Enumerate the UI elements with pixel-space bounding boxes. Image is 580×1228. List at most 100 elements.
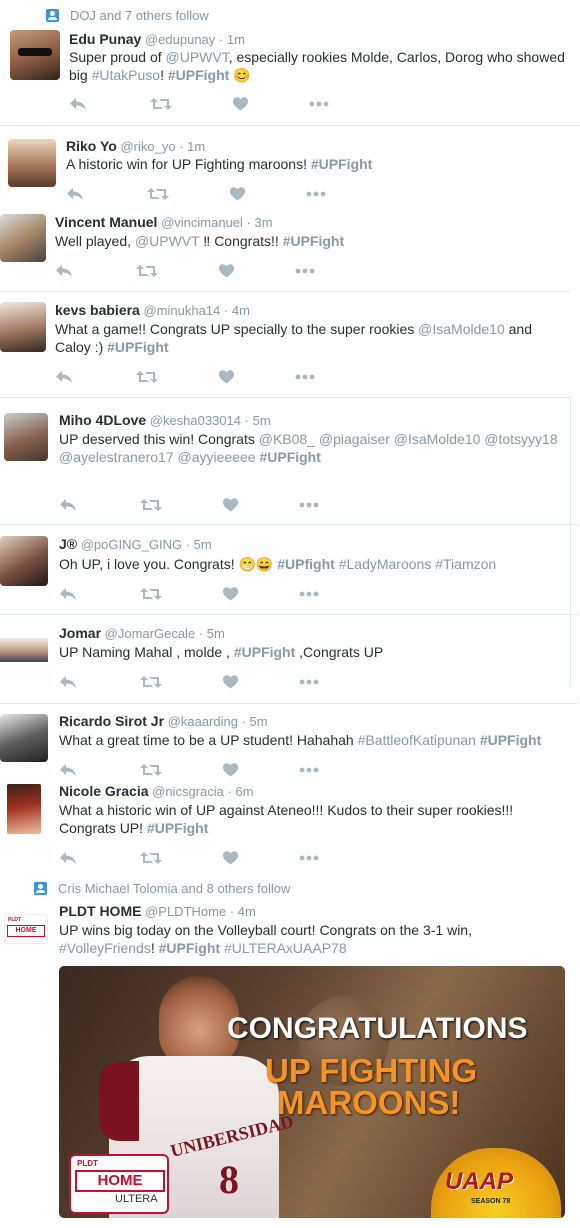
more-icon[interactable]	[306, 191, 326, 197]
reply-icon[interactable]	[55, 370, 73, 384]
timestamp[interactable]: 5m	[253, 413, 271, 428]
hashtag-link[interactable]: #UPFight	[107, 339, 168, 355]
user-name[interactable]: PLDT HOME	[59, 903, 141, 919]
avatar[interactable]: PLDT HOME	[4, 914, 48, 944]
more-icon[interactable]	[299, 679, 319, 685]
like-icon[interactable]	[223, 763, 238, 777]
avatar[interactable]	[8, 139, 56, 187]
mention-link[interactable]: @ayyieeeee	[178, 449, 256, 465]
retweet-icon[interactable]	[147, 187, 169, 201]
avatar[interactable]	[0, 714, 48, 762]
user-name[interactable]: Ricardo Sirot Jr	[59, 713, 164, 729]
hashtag-link[interactable]: #UPFight	[259, 449, 320, 465]
user-name[interactable]: Edu Punay	[69, 31, 141, 47]
avatar[interactable]	[4, 413, 48, 461]
user-handle[interactable]: @poGING_GING	[81, 537, 182, 552]
user-handle[interactable]: @kesha033014	[150, 413, 241, 428]
like-icon[interactable]	[223, 851, 238, 865]
more-icon[interactable]	[295, 268, 315, 274]
user-handle[interactable]: @PLDTHome	[145, 904, 226, 919]
tweet-image[interactable]: UNIBERSIDAD 8 CONGRATULATIONS UP FIGHTIN…	[59, 966, 565, 1218]
retweet-icon[interactable]	[136, 370, 158, 384]
more-icon[interactable]	[295, 374, 315, 380]
reply-icon[interactable]	[55, 264, 73, 278]
mention-link[interactable]: @totsyyy18	[484, 431, 557, 447]
hashtag-link[interactable]: #UPFight	[159, 940, 220, 956]
mention-link[interactable]: @piagaiser	[319, 431, 390, 447]
user-name[interactable]: Jomar	[59, 625, 101, 641]
timestamp[interactable]: 5m	[207, 626, 225, 641]
hashtag-link[interactable]: #LadyMaroons	[339, 556, 432, 572]
mention-link[interactable]: @ayelestranero17	[59, 449, 174, 465]
reply-icon[interactable]	[66, 187, 84, 201]
like-icon[interactable]	[233, 97, 248, 111]
like-icon[interactable]	[223, 675, 238, 689]
user-name[interactable]: Vincent Manuel	[55, 214, 157, 230]
avatar[interactable]	[10, 30, 60, 80]
user-handle[interactable]: @JomarGecale	[105, 626, 196, 641]
mention-link[interactable]: @UPWVT	[166, 49, 229, 65]
retweet-icon[interactable]	[136, 264, 158, 278]
avatar[interactable]	[0, 302, 46, 352]
hashtag-link[interactable]: #UPFight	[168, 67, 229, 83]
avatar[interactable]	[0, 536, 48, 586]
reply-icon[interactable]	[59, 763, 77, 777]
hashtag-link[interactable]: #Tiamzon	[435, 556, 496, 572]
avatar[interactable]	[0, 638, 48, 662]
more-icon[interactable]	[299, 767, 319, 773]
reply-icon[interactable]	[59, 587, 77, 601]
hashtag-link[interactable]: #UPfight	[277, 556, 335, 572]
user-name[interactable]: J®	[59, 536, 77, 552]
hashtag-link[interactable]: #UtakPuso	[92, 67, 160, 83]
reply-icon[interactable]	[69, 97, 87, 111]
timestamp[interactable]: 6m	[235, 784, 253, 799]
reply-icon[interactable]	[59, 498, 77, 512]
like-icon[interactable]	[219, 370, 234, 384]
timestamp[interactable]: 5m	[250, 714, 268, 729]
user-handle[interactable]: @edupunay	[145, 32, 215, 47]
more-icon[interactable]	[309, 101, 329, 107]
like-icon[interactable]	[223, 498, 238, 512]
like-icon[interactable]	[219, 264, 234, 278]
timestamp[interactable]: 4m	[232, 303, 250, 318]
user-handle[interactable]: @kaaarding	[168, 714, 238, 729]
timestamp[interactable]: 1m	[187, 139, 205, 154]
mention-link[interactable]: @IsaMolde10	[394, 431, 481, 447]
mention-link[interactable]: @IsaMolde10	[418, 321, 505, 337]
hashtag-link[interactable]: #ULTERAxUAAP78	[224, 940, 347, 956]
reply-icon[interactable]	[59, 675, 77, 689]
user-handle[interactable]: @nicsgracia	[152, 784, 224, 799]
hashtag-link[interactable]: #BattleofKatipunan	[358, 732, 476, 748]
hashtag-link[interactable]: #UPFight	[311, 156, 372, 172]
retweet-icon[interactable]	[140, 851, 162, 865]
reply-icon[interactable]	[59, 851, 77, 865]
avatar[interactable]	[0, 214, 46, 262]
like-icon[interactable]	[223, 587, 238, 601]
like-icon[interactable]	[230, 187, 245, 201]
user-handle[interactable]: @riko_yo	[120, 139, 175, 154]
user-name[interactable]: Miho 4DLove	[59, 412, 146, 428]
user-name[interactable]: Nicole Gracia	[59, 783, 149, 799]
hashtag-link[interactable]: #UPFight	[234, 644, 295, 660]
timestamp[interactable]: 5m	[194, 537, 212, 552]
retweet-icon[interactable]	[150, 97, 172, 111]
hashtag-link[interactable]: #UPFight	[480, 732, 541, 748]
hashtag-link[interactable]: #VolleyFriends	[59, 940, 151, 956]
mention-link[interactable]: @UPWVT	[135, 233, 200, 249]
hashtag-link[interactable]: #UPFight	[283, 233, 344, 249]
user-name[interactable]: Riko Yo	[66, 138, 117, 154]
timestamp[interactable]: 1m	[227, 32, 245, 47]
retweet-icon[interactable]	[140, 498, 162, 512]
more-icon[interactable]	[299, 591, 319, 597]
hashtag-link[interactable]: #UPFight	[147, 820, 208, 836]
user-name[interactable]: kevs babiera	[55, 302, 140, 318]
timestamp[interactable]: 4m	[238, 904, 256, 919]
avatar[interactable]	[7, 784, 41, 834]
user-handle[interactable]: @minukha14	[143, 303, 220, 318]
user-handle[interactable]: @vincimanuel	[161, 215, 243, 230]
retweet-icon[interactable]	[140, 675, 162, 689]
mention-link[interactable]: @KB08_	[259, 431, 315, 447]
more-icon[interactable]	[299, 855, 319, 861]
timestamp[interactable]: 3m	[255, 215, 273, 230]
retweet-icon[interactable]	[140, 763, 162, 777]
